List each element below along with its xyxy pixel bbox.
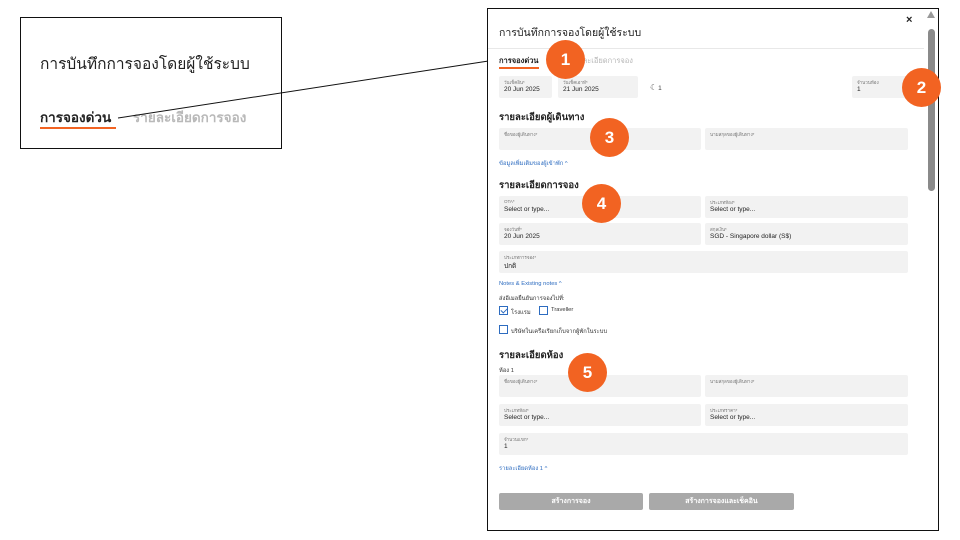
room-type-value: Select or type... [710, 206, 756, 213]
rooms-value: 1 [857, 86, 861, 93]
zoom-title: การบันทึกการจองโดยผู้ใช้ระบบ [40, 56, 250, 73]
guests-count-field[interactable]: จำนวนแขก* 1 [499, 433, 908, 455]
room-room-type-select[interactable]: ประเภทห้อง* Select or type... [499, 404, 701, 426]
room-detail-link[interactable]: รายละเอียดห้อง 1 ^ [499, 463, 547, 473]
booking-type-value: ปกติ [504, 263, 517, 270]
traveller-checkbox-label: Traveller [551, 307, 574, 313]
rate-type-value: Select or type... [710, 414, 756, 421]
traveller-section-title: รายละเอียดผู้เดินทาง [499, 112, 585, 123]
zoom-tab-booking-details[interactable]: รายละเอียดการจอง [133, 106, 246, 128]
booking-type-label: ประเภทการจอง* [504, 255, 537, 260]
checkin-value: 20 Jun 2025 [504, 86, 540, 93]
collect-from-guest-label: บริษัทในเครือเรียกเก็บจากผู้พักในระบบ [511, 329, 608, 335]
zoom-tab-underline [40, 127, 116, 129]
booking-type-select[interactable]: ประเภทการจอง* ปกติ [499, 251, 908, 273]
guests-count-label: จำนวนแขก* [504, 437, 529, 442]
room-guest-first-name-label: ชื่อของผู้เดินทาง* [504, 379, 538, 384]
create-booking-checkin-button[interactable]: สร้างการจองและเช็คอิน [649, 493, 794, 510]
booking-section-title: รายละเอียดการจอง [499, 180, 579, 191]
hotel-checkbox-label: โรงแรม [511, 310, 531, 316]
notes-link[interactable]: Notes & Existing notes ^ [499, 281, 562, 287]
room-guest-last-name-field[interactable]: นามสกุลของผู้เดินทาง* [705, 375, 908, 397]
rate-type-label: ประเภทราคา* [710, 408, 738, 413]
nights-count: 1 [658, 85, 662, 92]
currency-label: สกุลเงิน* [710, 227, 727, 232]
collect-from-guest-checkbox[interactable] [499, 325, 508, 334]
create-booking-button[interactable]: สร้างการจอง [499, 493, 643, 510]
scroll-thumb[interactable] [928, 29, 935, 191]
checkin-label: วันเช็คอิน* [504, 80, 525, 85]
moon-icon: ☾ [650, 83, 658, 92]
checkout-field[interactable]: วันเช็คเอาท์* 21 Jun 2025 [558, 76, 638, 98]
room-guest-last-name-label: นามสกุลของผู้เดินทาง* [710, 379, 755, 384]
step-badge-5: 5 [568, 353, 607, 392]
scroll-up-icon[interactable] [927, 11, 935, 18]
rooms-label: จำนวนห้อง [857, 80, 879, 85]
step-badge-4: 4 [582, 184, 621, 223]
room-type-select[interactable]: ประเภทห้อง* Select or type... [705, 196, 908, 218]
room-room-type-value: Select or type... [504, 414, 550, 421]
close-icon[interactable]: × [906, 14, 912, 26]
rate-type-select[interactable]: ประเภทราคา* Select or type... [705, 404, 908, 426]
booking-modal: การบันทึกการจองโดยผู้ใช้ระบบ × การจองด่ว… [487, 8, 939, 531]
more-guest-info-link[interactable]: ข้อมูลเพิ่มเติมของผู้เข้าพัก ^ [499, 158, 568, 168]
currency-select[interactable]: สกุลเงิน* SGD - Singapore dollar (S$) [705, 223, 908, 245]
zoom-tab-quick-booking[interactable]: การจองด่วน [40, 106, 111, 128]
booking-date-value: 20 Jun 2025 [504, 233, 540, 240]
zoom-callout: การบันทึกการจองโดยผู้ใช้ระบบ การจองด่วน … [20, 17, 282, 149]
step-badge-2: 2 [902, 68, 941, 107]
traveller-last-name-field[interactable]: นามสกุลของผู้เดินทาง* [705, 128, 908, 150]
traveller-first-name-label: ชื่อของผู้เดินทาง* [504, 132, 538, 137]
ota-label: OTA* [504, 199, 515, 204]
step-badge-3: 3 [590, 118, 629, 157]
modal-title: การบันทึกการจองโดยผู้ใช้ระบบ [499, 27, 642, 39]
ota-value: Select or type... [504, 206, 550, 213]
send-confirmation-label: ส่งอีเมลยืนยันการจองไปที่: [499, 296, 565, 302]
hotel-checkbox[interactable] [499, 306, 508, 315]
checkout-label: วันเช็คเอาท์* [563, 80, 588, 85]
traveller-last-name-label: นามสกุลของผู้เดินทาง* [710, 132, 755, 137]
checkout-value: 21 Jun 2025 [563, 86, 599, 93]
tab-active-underline [499, 67, 539, 69]
guests-count-value: 1 [504, 443, 508, 450]
booking-date-label: จองวันที่* [504, 227, 522, 232]
currency-value: SGD - Singapore dollar (S$) [710, 233, 792, 240]
room-section-title: รายละเอียดห้อง [499, 350, 564, 361]
room-number-label: ห้อง 1 [499, 368, 514, 374]
room-room-type-label: ประเภทห้อง* [504, 408, 529, 413]
booking-date-field[interactable]: จองวันที่* 20 Jun 2025 [499, 223, 701, 245]
step-badge-1: 1 [546, 40, 585, 79]
nights-indicator: ☾1 [650, 83, 662, 92]
rooms-field[interactable]: จำนวนห้อง 1 [852, 76, 908, 98]
traveller-checkbox[interactable] [539, 306, 548, 315]
checkin-field[interactable]: วันเช็คอิน* 20 Jun 2025 [499, 76, 552, 98]
tab-quick-booking[interactable]: การจองด่วน [499, 55, 539, 67]
room-type-label: ประเภทห้อง* [710, 200, 735, 205]
